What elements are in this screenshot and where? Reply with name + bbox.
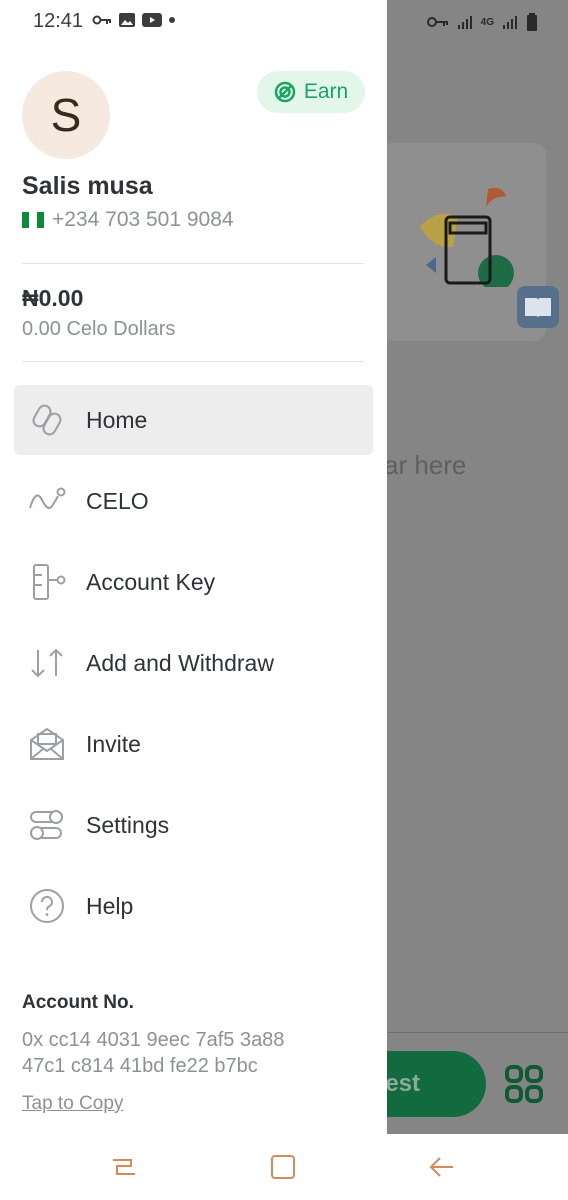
key-icon (92, 15, 111, 25)
divider (22, 263, 364, 264)
menu-item-account-key[interactable]: Account Key (14, 547, 373, 617)
avatar[interactable]: S (22, 71, 110, 159)
signal-icon (457, 16, 472, 29)
earn-button[interactable]: Earn (257, 71, 365, 113)
help-icon (30, 889, 64, 923)
settings-icon (30, 810, 63, 840)
menu-item-settings[interactable]: Settings (14, 790, 373, 860)
menu-item-add-withdraw[interactable]: Add and Withdraw (14, 628, 373, 698)
menu-label-add-withdraw: Add and Withdraw (86, 649, 274, 676)
back-icon[interactable] (427, 1152, 457, 1182)
home-button-icon[interactable] (268, 1152, 298, 1182)
account-address-line-1: 0x cc14 4031 9eec 7af5 3a88 (22, 1029, 285, 1051)
menu-label-help: Help (86, 892, 134, 919)
gallery-icon (119, 13, 135, 27)
account-address-line-2: 47c1 c814 41bd fe22 b7bc (22, 1055, 258, 1077)
status-bar-left-icons (92, 12, 176, 28)
user-phone-row: +234 703 501 9084 (22, 208, 234, 232)
arrows-up-down-icon (31, 648, 63, 678)
background-partial-text: ar here (384, 450, 467, 480)
menu-label-invite: Invite (86, 730, 141, 757)
vpn-key-icon (426, 17, 448, 27)
menu-label-home: Home (86, 406, 148, 433)
navigation-drawer: 12:41 S Earn Salis musa +234 703 501 908… (0, 0, 387, 1134)
status-time: 12:41 (33, 10, 84, 32)
menu-item-celo[interactable]: CELO (14, 466, 373, 536)
system-navigation-bar (0, 1134, 568, 1200)
status-bar-right: 4G (426, 8, 538, 36)
earn-label: Earn (303, 80, 349, 103)
account-address[interactable]: 0x cc14 4031 9eec 7af5 3a88 47c1 c814 41… (22, 1027, 352, 1079)
home-icon (32, 404, 62, 436)
background-divider (386, 1032, 568, 1033)
menu-item-invite[interactable]: Invite (14, 709, 373, 779)
tap-to-copy-link[interactable]: Tap to Copy (22, 1093, 123, 1115)
battery-icon (527, 13, 537, 31)
drawer-menu: Home CELO Account Key Add and Withdraw I… (14, 385, 373, 952)
account-key-icon (33, 564, 66, 600)
recent-apps-icon[interactable] (109, 1152, 139, 1182)
user-name: Salis musa (22, 172, 153, 200)
menu-label-settings: Settings (86, 811, 170, 838)
menu-item-help[interactable]: Help (14, 871, 373, 941)
youtube-icon (142, 13, 162, 27)
more-notifications-dot-icon (169, 17, 175, 23)
menu-label-celo: CELO (86, 487, 149, 514)
menu-item-home[interactable]: Home (14, 385, 373, 455)
qr-scan-icon[interactable] (504, 1064, 544, 1104)
celo-icon (29, 487, 66, 509)
illustration-icon (420, 188, 514, 287)
account-number-title: Account No. (22, 992, 134, 1013)
network-type: 4G (480, 16, 494, 28)
earn-icon (274, 81, 296, 103)
menu-label-account-key: Account Key (86, 568, 216, 595)
envelope-icon (30, 727, 64, 760)
balance-celo: 0.00 Celo Dollars (22, 318, 176, 340)
user-phone: +234 703 501 9084 (52, 208, 234, 231)
divider (22, 361, 364, 362)
signal-icon-2 (503, 16, 517, 29)
balance-local: ₦0.00 (22, 285, 84, 311)
nigeria-flag-icon (22, 212, 44, 228)
book-badge-icon[interactable] (517, 286, 559, 328)
